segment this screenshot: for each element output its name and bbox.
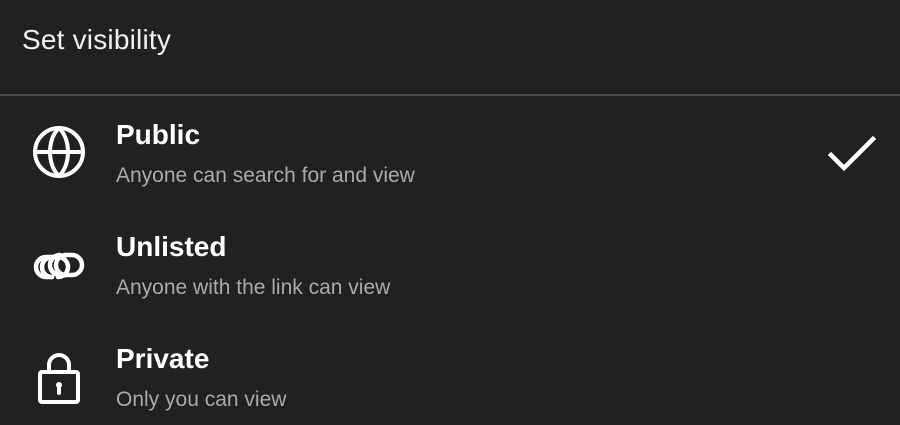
option-label: Public: [116, 119, 201, 150]
link-icon: [30, 237, 88, 295]
sheet-header: Set visibility: [0, 0, 900, 95]
option-label: Private: [116, 343, 210, 374]
lock-icon: [30, 348, 88, 406]
sheet-title: Set visibility: [22, 24, 172, 55]
globe-icon: [30, 123, 88, 181]
option-description: Anyone with the link can view: [116, 276, 391, 299]
header-divider: [0, 94, 900, 96]
option-description: Anyone can search for and view: [116, 164, 415, 187]
visibility-sheet: Set visibility Public Anyone can search …: [0, 0, 900, 425]
option-description: Only you can view: [116, 388, 287, 411]
visibility-option-private[interactable]: Private Only you can view: [0, 322, 900, 425]
visibility-option-unlisted[interactable]: Unlisted Anyone with the link can view: [0, 210, 900, 322]
visibility-option-public[interactable]: Public Anyone can search for and view: [0, 98, 900, 210]
option-label: Unlisted: [116, 231, 227, 262]
checkmark-icon: [826, 128, 878, 180]
